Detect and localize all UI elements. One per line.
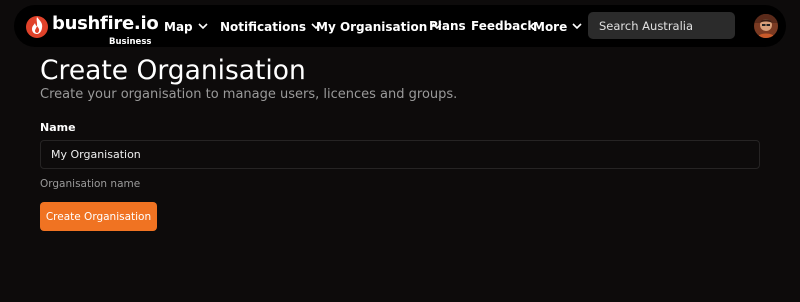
nav-item-feedback[interactable]: Feedback <box>471 19 535 33</box>
page-subtitle: Create your organisation to manage users… <box>40 87 458 102</box>
nav-item-notifications[interactable]: Notifications <box>220 19 321 34</box>
name-label: Name <box>40 121 76 134</box>
flame-logo-icon <box>26 16 48 38</box>
nav-item-label: Plans <box>429 19 466 33</box>
name-hint: Organisation name <box>40 178 141 190</box>
chevron-down-icon <box>198 19 208 33</box>
chevron-down-icon <box>572 19 582 33</box>
search-input[interactable] <box>588 12 735 39</box>
avatar-image <box>754 14 778 38</box>
user-avatar[interactable] <box>754 14 778 38</box>
nav-item-label: Feedback <box>471 19 536 33</box>
organisation-name-input[interactable] <box>40 140 760 169</box>
create-organisation-button[interactable]: Create Organisation <box>40 202 157 231</box>
nav-item-label: More <box>533 20 568 34</box>
nav-item-my-organisation[interactable]: My Organisation <box>316 19 442 34</box>
brand-name: bushfire.io <box>52 13 159 34</box>
brand-subtitle: Business <box>109 37 152 47</box>
nav-item-label: Map <box>164 20 193 34</box>
nav-item-label: Notifications <box>220 20 307 34</box>
nav-item-map[interactable]: Map <box>164 19 208 34</box>
top-navbar: bushfire.io Business Map Notifications M… <box>14 5 786 47</box>
nav-item-label: My Organisation <box>316 20 428 34</box>
nav-item-more[interactable]: More <box>533 19 582 34</box>
nav-item-plans[interactable]: Plans <box>429 19 466 33</box>
page-title: Create Organisation <box>40 55 306 86</box>
